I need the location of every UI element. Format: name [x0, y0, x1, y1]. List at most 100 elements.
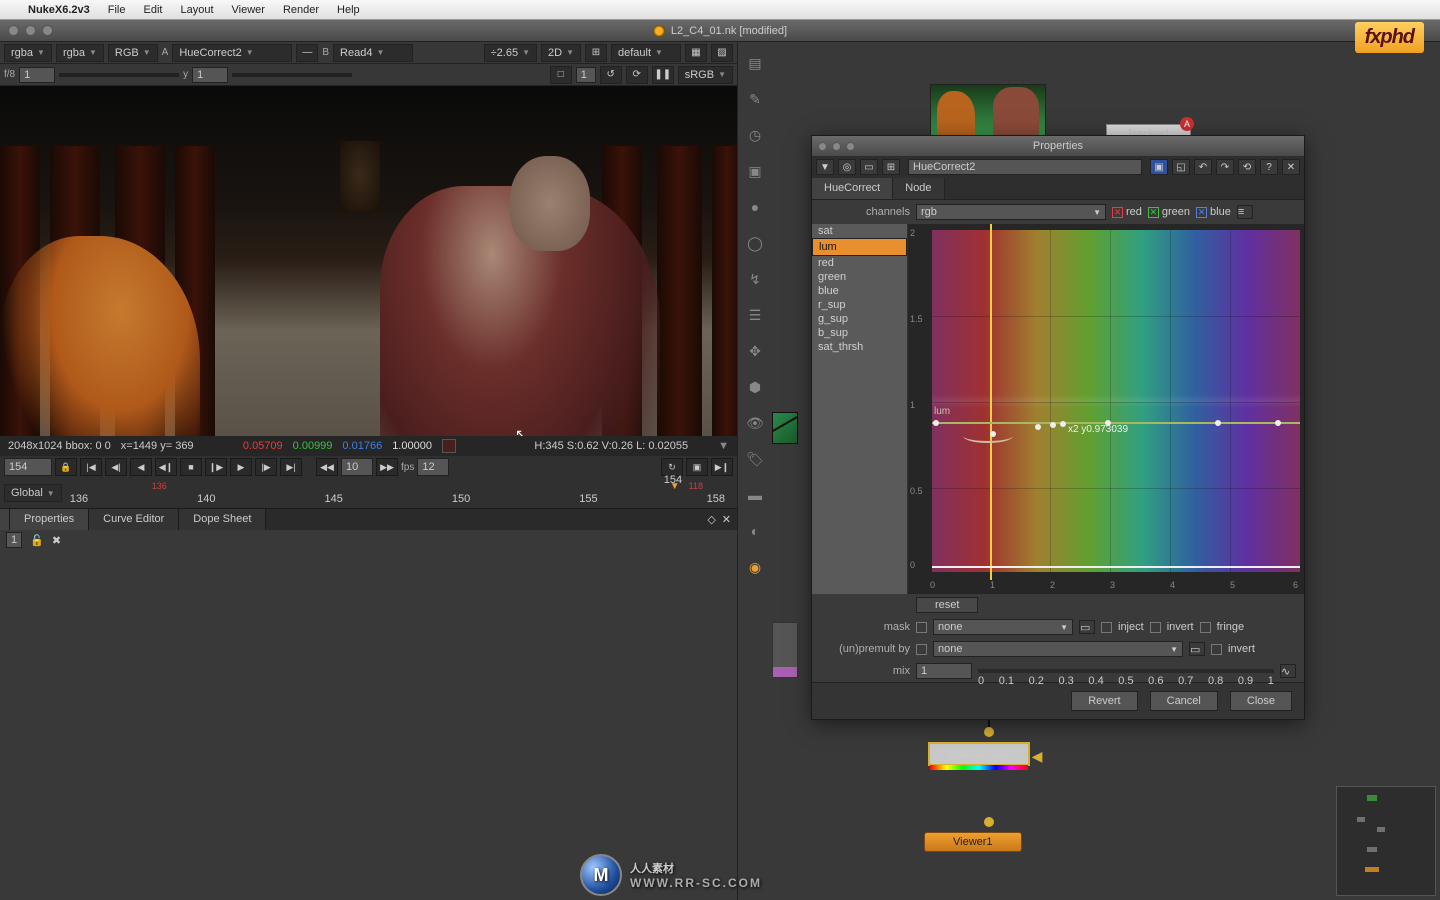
curve-sat[interactable]: sat — [812, 224, 907, 238]
timeline-out[interactable]: 118 — [689, 481, 703, 491]
mask-link-icon[interactable]: ▭ — [1079, 620, 1095, 634]
unpremult-select[interactable]: none▼ — [933, 641, 1183, 657]
invert2-chk[interactable] — [1211, 644, 1222, 655]
mix-field[interactable]: 1 — [916, 663, 972, 679]
image-tool-icon[interactable]: ▤ — [746, 54, 764, 72]
chk-blue[interactable]: ✕blue — [1196, 206, 1231, 218]
close-button[interactable]: Close — [1230, 691, 1292, 711]
flipbook-button[interactable]: ▶❙ — [711, 458, 733, 476]
mask-select[interactable]: none▼ — [933, 619, 1073, 635]
viewer-image[interactable]: ↖ — [0, 86, 737, 436]
merge-node[interactable] — [772, 412, 798, 444]
dim-select[interactable]: 2D▼ — [541, 44, 581, 62]
curve-bsup[interactable]: b_sup — [812, 326, 907, 340]
center-icon[interactable]: ◎ — [838, 159, 856, 175]
refresh-icon[interactable]: ⟳ — [626, 66, 648, 84]
unpremult-enable-chk[interactable] — [916, 644, 927, 655]
control-point[interactable] — [1215, 420, 1221, 426]
lock-small-icon[interactable]: 🔓 — [30, 534, 44, 547]
huecorrect-node[interactable]: HueCorrect2 ◀ — [928, 742, 1030, 766]
gain-field[interactable]: 1 — [19, 67, 55, 83]
mask-enable-chk[interactable] — [916, 622, 927, 633]
control-point[interactable] — [1275, 420, 1281, 426]
node-name-field[interactable]: HueCorrect2 — [908, 159, 1142, 175]
curve-rsup[interactable]: r_sup — [812, 298, 907, 312]
proxy-field[interactable]: 1 — [576, 67, 596, 83]
float-icon[interactable]: ▣ — [1150, 159, 1168, 175]
nodegraph-icon[interactable]: ⊞ — [882, 159, 900, 175]
roi-icon[interactable]: ↺ — [600, 66, 622, 84]
read-thumbnail-node[interactable] — [930, 84, 1046, 142]
pin-icon[interactable]: ◇ — [707, 513, 715, 526]
timeline-in[interactable]: 136 — [152, 481, 167, 491]
menu-app[interactable]: NukeX6.2v3 — [28, 4, 90, 16]
color-tool-icon[interactable]: ● — [746, 198, 764, 216]
maximize-icon[interactable]: ◱ — [1172, 159, 1190, 175]
chk-green[interactable]: ✕green — [1148, 206, 1190, 218]
props-count[interactable]: 1 — [6, 532, 22, 548]
skip-field[interactable]: 10 — [341, 458, 373, 476]
gain-slider[interactable] — [59, 73, 179, 77]
step-fwd-button[interactable]: ❙▶ — [205, 458, 227, 476]
curve-graph[interactable]: 2 1.5 1 0.5 0 0 1 2 3 4 5 6 lum — [908, 224, 1304, 594]
panel-zoom-dot[interactable] — [846, 142, 855, 151]
dot-node[interactable] — [984, 817, 994, 827]
control-point[interactable] — [990, 431, 996, 437]
tab-huecorrect[interactable]: HueCorrect — [812, 178, 893, 199]
close-icon[interactable]: ✕ — [1282, 159, 1300, 175]
frame-field[interactable]: 154 — [4, 458, 52, 476]
eye-tool-icon[interactable]: ◉ — [746, 558, 764, 576]
timeline[interactable]: Global▼ 136 ▼154 118 136140145150155158 — [0, 478, 737, 508]
control-point[interactable] — [1050, 422, 1056, 428]
revert-icon[interactable]: ⟲ — [1238, 159, 1256, 175]
properties-titlebar[interactable]: Properties — [812, 136, 1304, 156]
invert-chk[interactable] — [1150, 622, 1161, 633]
layer-select[interactable]: RGB▼ — [108, 44, 158, 62]
proxy-icon[interactable]: □ — [550, 66, 572, 84]
tab-dope-sheet[interactable]: Dope Sheet — [179, 509, 266, 530]
panel-min-dot[interactable] — [832, 142, 841, 151]
3d-tool-icon[interactable]: ⬢ — [746, 378, 764, 396]
help-icon[interactable]: ? — [1260, 159, 1278, 175]
tab-close-icon[interactable]: ✕ — [722, 513, 731, 526]
min-dot[interactable] — [25, 25, 36, 36]
collapse-icon[interactable]: ▼ — [816, 159, 834, 175]
control-point[interactable] — [1035, 424, 1041, 430]
unpremult-link-icon[interactable]: ▭ — [1189, 642, 1205, 656]
tab-node[interactable]: Node — [893, 178, 944, 199]
tab-curve-editor[interactable]: Curve Editor — [89, 509, 179, 530]
viewer-opt-1[interactable]: ⊞ — [585, 44, 607, 62]
colorspace-select[interactable]: sRGB▼ — [678, 66, 733, 84]
rec-button[interactable]: ▣ — [686, 458, 708, 476]
play-fwd-button[interactable]: ▶ — [230, 458, 252, 476]
tab-properties[interactable]: Properties — [10, 509, 89, 530]
fps-field[interactable]: 12 — [417, 458, 449, 476]
menu-edit[interactable]: Edit — [144, 4, 163, 16]
metadata-tool-icon[interactable]: 🏷 — [746, 450, 764, 468]
cancel-button[interactable]: Cancel — [1150, 691, 1218, 711]
zoom-dot[interactable] — [42, 25, 53, 36]
fx-tool-icon[interactable]: ◐ — [746, 522, 764, 540]
menu-file[interactable]: File — [108, 4, 126, 16]
control-point[interactable] — [1060, 421, 1066, 427]
colorchip-icon[interactable]: ▭ — [860, 159, 878, 175]
last-frame-button[interactable]: ▶| — [280, 458, 302, 476]
skip-fwd-button[interactable]: ▶▶ — [376, 458, 398, 476]
channels-menu-icon[interactable]: ≡ — [1237, 205, 1253, 219]
clip-select[interactable]: default▼ — [611, 44, 681, 62]
curve-dip[interactable] — [963, 429, 1013, 443]
keyer-tool-icon[interactable]: ↯ — [746, 270, 764, 288]
menu-viewer[interactable]: Viewer — [232, 4, 265, 16]
traffic-lights[interactable] — [8, 25, 53, 36]
read-fragment-node[interactable] — [772, 622, 798, 678]
inject-chk[interactable] — [1101, 622, 1112, 633]
transform-tool-icon[interactable]: ✥ — [746, 342, 764, 360]
channels-select[interactable]: rgb▼ — [916, 204, 1106, 220]
channel-b-select[interactable]: rgba▼ — [56, 44, 104, 62]
pause-icon[interactable]: ❚❚ — [652, 66, 674, 84]
menu-render[interactable]: Render — [283, 4, 319, 16]
chk-red[interactable]: ✕red — [1112, 206, 1142, 218]
curve-red[interactable]: red — [812, 256, 907, 270]
stop-button[interactable]: ■ — [180, 458, 202, 476]
curve-gsup[interactable]: g_sup — [812, 312, 907, 326]
